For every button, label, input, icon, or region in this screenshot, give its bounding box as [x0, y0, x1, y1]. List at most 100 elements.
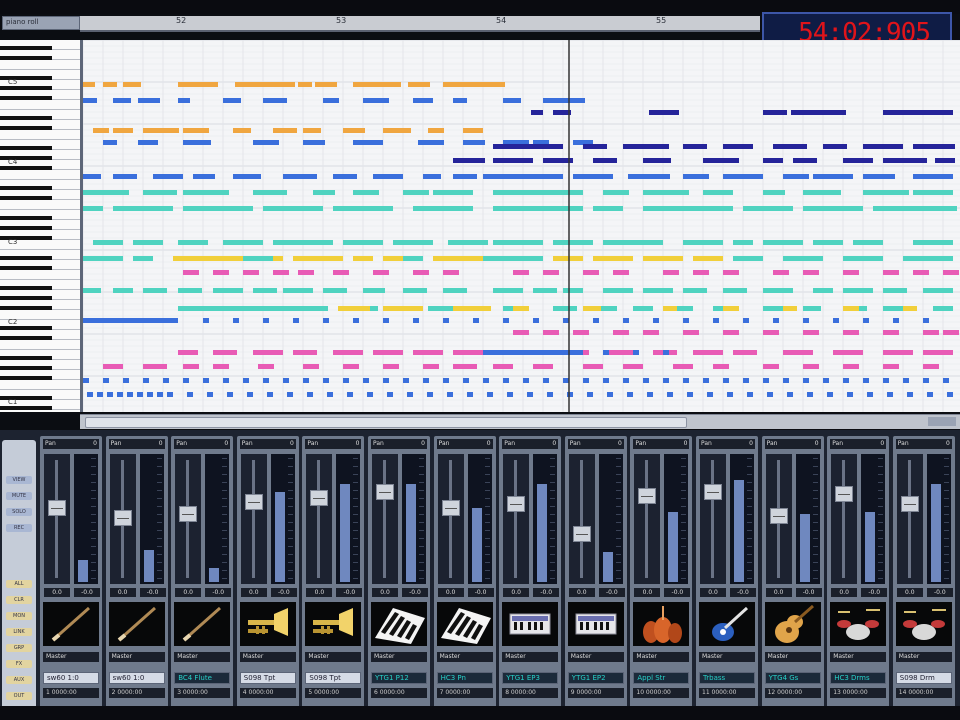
midi-note[interactable] — [633, 306, 653, 311]
midi-note[interactable] — [593, 158, 617, 163]
output-routing[interactable]: Master — [371, 652, 427, 662]
midi-note[interactable] — [493, 364, 513, 369]
midi-note[interactable] — [883, 158, 927, 163]
midi-note[interactable] — [343, 128, 365, 133]
midi-note[interactable] — [527, 392, 533, 397]
pan-control[interactable]: Pan 0 — [305, 439, 362, 449]
midi-note[interactable] — [773, 270, 789, 275]
instrument-name[interactable]: S098 Tpt — [305, 672, 362, 684]
piano-icon[interactable] — [436, 602, 493, 646]
volume-fader[interactable] — [507, 496, 526, 512]
midi-note[interactable] — [315, 82, 337, 87]
midi-note[interactable] — [443, 318, 449, 323]
midi-note[interactable] — [383, 82, 401, 87]
midi-note[interactable] — [628, 174, 670, 179]
midi-note[interactable] — [763, 378, 769, 383]
midi-note[interactable] — [503, 378, 509, 383]
midi-note[interactable] — [353, 256, 373, 261]
midi-note[interactable] — [593, 206, 623, 211]
midi-note[interactable] — [883, 306, 903, 311]
midi-note[interactable] — [313, 190, 335, 195]
midi-note[interactable] — [187, 392, 193, 397]
midi-note[interactable] — [423, 364, 439, 369]
midi-note[interactable] — [83, 288, 101, 293]
midi-note[interactable] — [547, 392, 553, 397]
midi-note[interactable] — [723, 330, 739, 335]
midi-note[interactable] — [903, 378, 909, 383]
midi-note[interactable] — [227, 392, 233, 397]
midi-note[interactable] — [333, 206, 393, 211]
midi-note[interactable] — [803, 330, 819, 335]
midi-note[interactable] — [107, 392, 113, 397]
midi-note[interactable] — [603, 378, 609, 383]
midi-note[interactable] — [683, 288, 707, 293]
midi-note[interactable] — [203, 318, 209, 323]
volume-fader[interactable] — [572, 526, 591, 542]
midi-note[interactable] — [603, 288, 633, 293]
midi-note[interactable] — [693, 256, 723, 261]
midi-note[interactable] — [743, 378, 749, 383]
midi-note[interactable] — [127, 392, 133, 397]
midi-note[interactable] — [593, 318, 599, 323]
midi-note[interactable] — [323, 98, 339, 103]
output-routing[interactable]: Master — [764, 652, 821, 662]
midi-note[interactable] — [247, 392, 253, 397]
midi-note[interactable] — [93, 240, 123, 245]
midi-note[interactable] — [723, 270, 739, 275]
midi-note[interactable] — [643, 158, 671, 163]
midi-note[interactable] — [533, 318, 539, 323]
midi-note[interactable] — [235, 82, 253, 87]
midi-note[interactable] — [163, 378, 169, 383]
midi-note[interactable] — [803, 378, 809, 383]
track-name-field[interactable]: piano roll — [2, 16, 80, 30]
output-routing[interactable]: Master — [436, 652, 493, 662]
midi-note[interactable] — [863, 190, 909, 195]
midi-note[interactable] — [143, 364, 167, 369]
midi-note[interactable] — [883, 288, 907, 293]
midi-note[interactable] — [178, 240, 208, 245]
midi-note[interactable] — [767, 392, 773, 397]
mixer-side-button[interactable]: GRP — [6, 644, 32, 652]
midi-note[interactable] — [387, 392, 393, 397]
midi-note[interactable] — [783, 378, 789, 383]
midi-note[interactable] — [803, 206, 863, 211]
midi-note[interactable] — [113, 174, 137, 179]
midi-note[interactable] — [833, 350, 863, 355]
midi-note[interactable] — [823, 144, 847, 149]
midi-note[interactable] — [333, 350, 363, 355]
output-routing[interactable]: Master — [502, 652, 559, 662]
midi-note[interactable] — [373, 174, 403, 179]
midi-note[interactable] — [703, 190, 733, 195]
midi-note[interactable] — [223, 378, 229, 383]
white-key[interactable] — [0, 100, 80, 110]
midi-note[interactable] — [213, 270, 229, 275]
midi-note[interactable] — [83, 174, 101, 179]
midi-note[interactable] — [183, 128, 209, 133]
midi-note[interactable] — [723, 144, 753, 149]
midi-note[interactable] — [83, 318, 178, 323]
volume-fader[interactable] — [835, 486, 854, 502]
midi-note[interactable] — [883, 270, 899, 275]
midi-note[interactable] — [947, 392, 953, 397]
midi-note[interactable] — [923, 288, 953, 293]
instrument-name[interactable]: YTG4 Gs — [764, 672, 821, 684]
midi-note[interactable] — [353, 140, 383, 145]
midi-note[interactable] — [883, 330, 899, 335]
midi-note[interactable] — [583, 364, 603, 369]
midi-note[interactable] — [253, 350, 283, 355]
midi-note[interactable] — [267, 392, 273, 397]
midi-note[interactable] — [843, 364, 859, 369]
midi-note[interactable] — [103, 378, 109, 383]
midi-note[interactable] — [253, 82, 295, 87]
midi-note[interactable] — [867, 392, 873, 397]
note-canvas[interactable] — [83, 40, 960, 412]
midi-note[interactable] — [687, 392, 693, 397]
midi-note[interactable] — [453, 98, 467, 103]
midi-note[interactable] — [713, 364, 729, 369]
midi-note[interactable] — [363, 288, 385, 293]
white-key[interactable] — [0, 60, 80, 70]
midi-note[interactable] — [213, 288, 243, 293]
midi-note[interactable] — [613, 330, 629, 335]
midi-note[interactable] — [863, 174, 895, 179]
midi-note[interactable] — [653, 318, 659, 323]
